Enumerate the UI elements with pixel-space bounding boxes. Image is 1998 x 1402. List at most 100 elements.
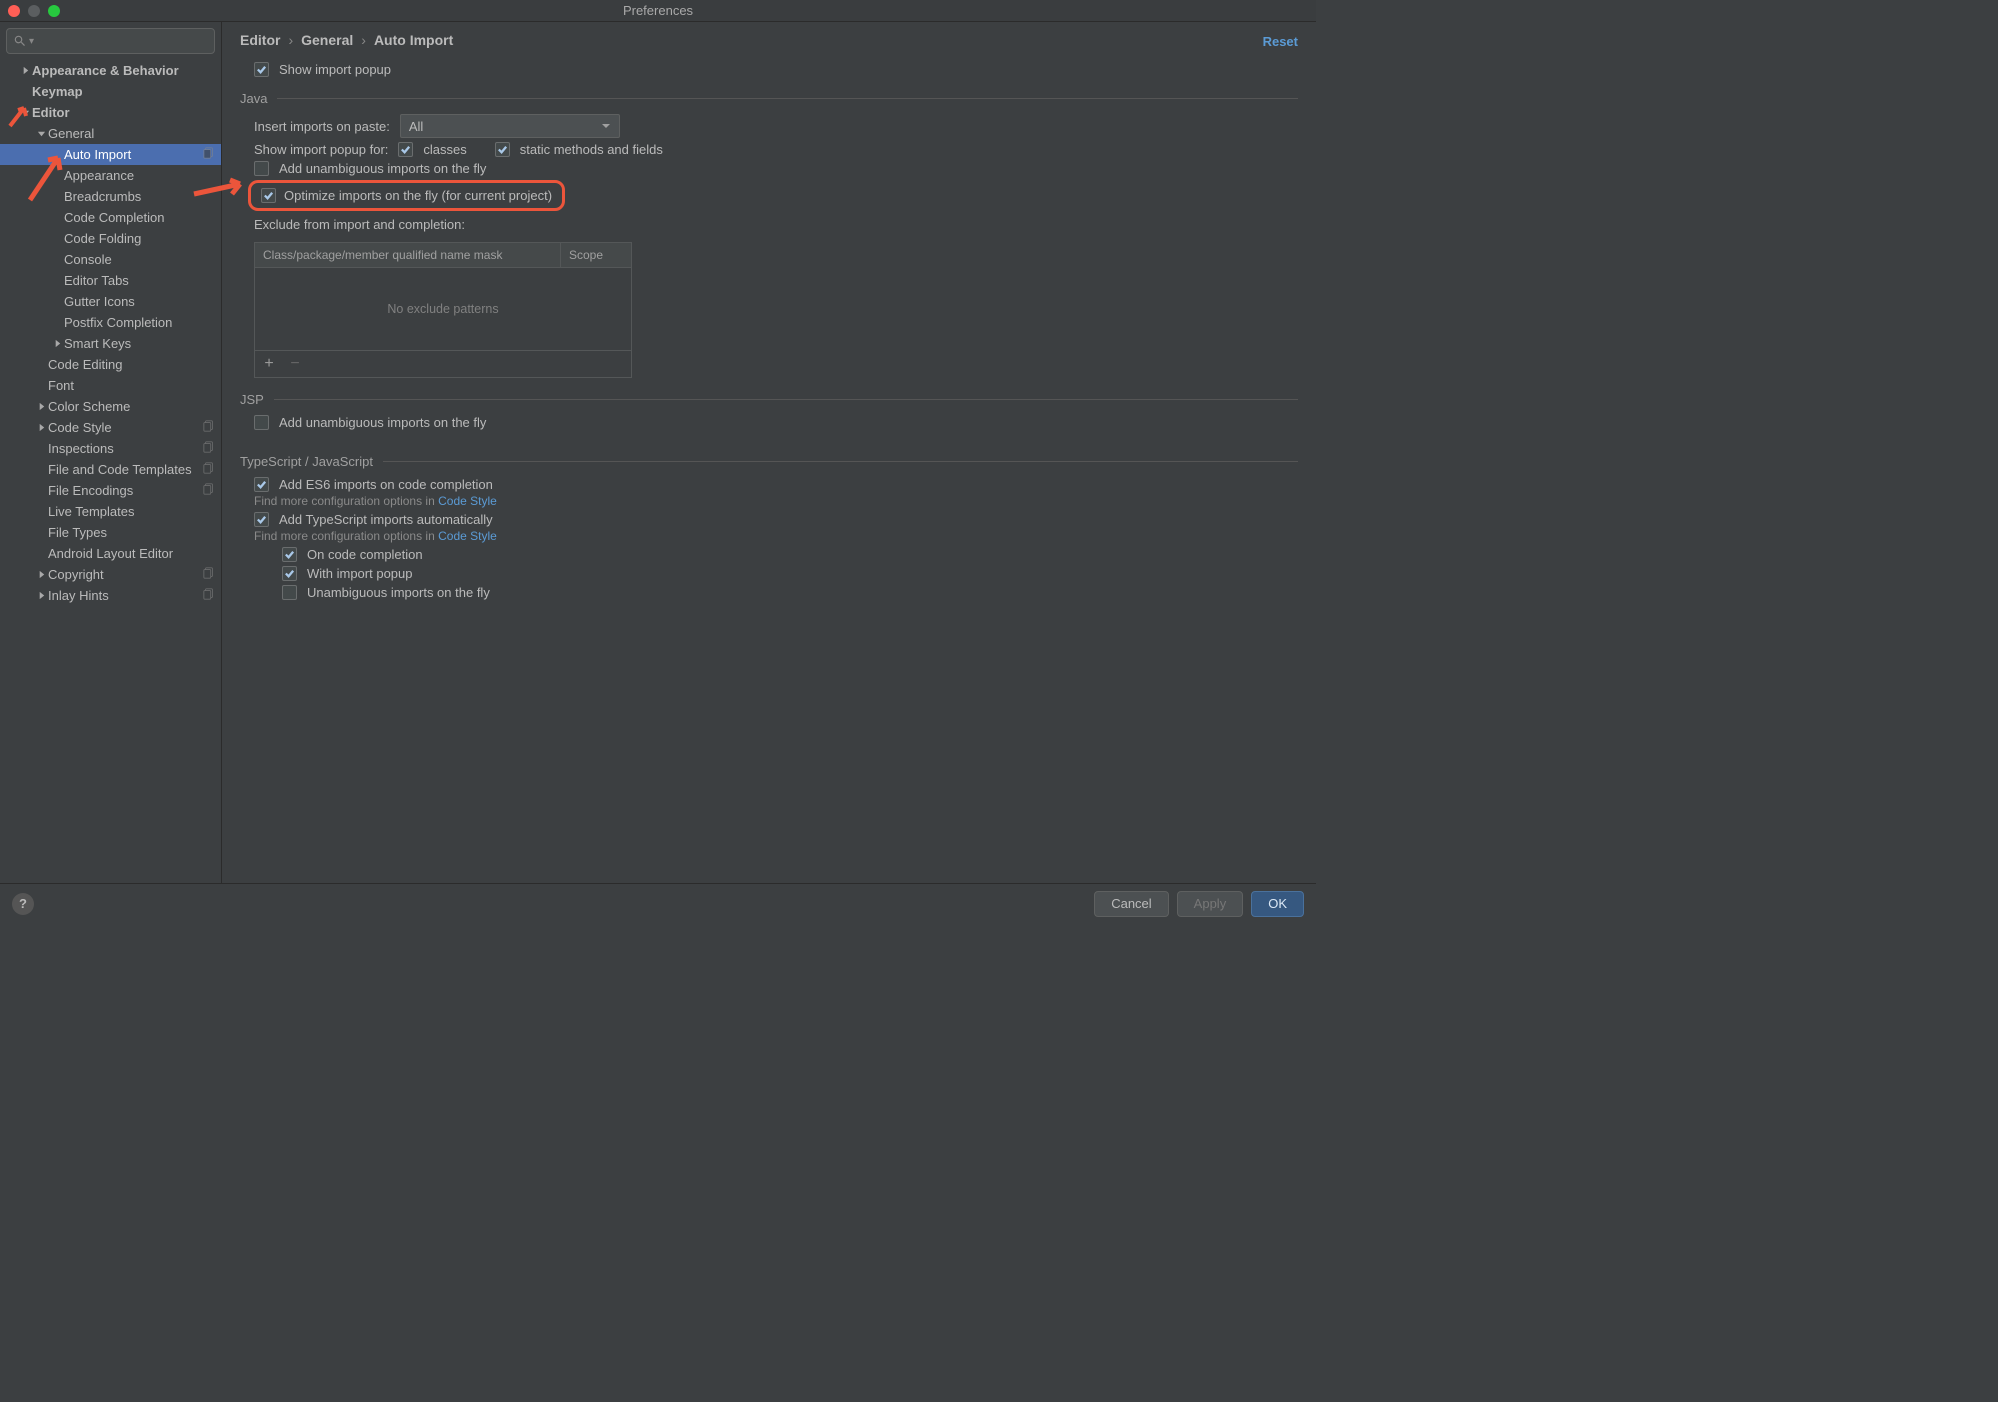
main-panel: Editor › General › Auto Import Reset Sho…: [222, 22, 1316, 883]
sidebar-item-appearance[interactable]: Appearance: [0, 165, 221, 186]
sidebar-item-breadcrumbs[interactable]: Breadcrumbs: [0, 186, 221, 207]
chevron-right-icon: [50, 339, 64, 348]
insert-imports-label: Insert imports on paste:: [254, 119, 390, 134]
sidebar-item-label: Auto Import: [64, 147, 131, 162]
sidebar-item-label: Console: [64, 252, 112, 267]
sidebar-item-font[interactable]: Font: [0, 375, 221, 396]
copy-icon: [203, 420, 215, 435]
sidebar-item-label: Code Folding: [64, 231, 141, 246]
sidebar-item-console[interactable]: Console: [0, 249, 221, 270]
sidebar-item-auto-import[interactable]: Auto Import: [0, 144, 221, 165]
footer: ? Cancel Apply OK: [0, 883, 1316, 923]
copy-icon: [203, 147, 215, 162]
sidebar-item-label: File and Code Templates: [48, 462, 192, 477]
sidebar-item-label: Live Templates: [48, 504, 134, 519]
sidebar-item-label: Android Layout Editor: [48, 546, 173, 561]
sidebar-item-label: Code Completion: [64, 210, 164, 225]
sidebar-item-label: Editor: [32, 105, 70, 120]
sidebar-item-android-layout-editor[interactable]: Android Layout Editor: [0, 543, 221, 564]
static-checkbox[interactable]: [495, 142, 510, 157]
sidebar-item-label: Code Editing: [48, 357, 122, 372]
sidebar-item-code-editing[interactable]: Code Editing: [0, 354, 221, 375]
add-unambiguous-row[interactable]: Add unambiguous imports on the fly: [240, 161, 1298, 176]
sidebar-item-file-encodings[interactable]: File Encodings: [0, 480, 221, 501]
sidebar-item-gutter-icons[interactable]: Gutter Icons: [0, 291, 221, 312]
sidebar-item-code-completion[interactable]: Code Completion: [0, 207, 221, 228]
on-completion-row[interactable]: On code completion: [240, 547, 1298, 562]
window-controls[interactable]: [8, 5, 60, 17]
with-popup-row[interactable]: With import popup: [240, 566, 1298, 581]
sidebar-item-label: Postfix Completion: [64, 315, 172, 330]
jsp-unambiguous-row[interactable]: Add unambiguous imports on the fly: [240, 415, 1298, 430]
classes-checkbox[interactable]: [398, 142, 413, 157]
with-popup-checkbox[interactable]: [282, 566, 297, 581]
close-window-icon[interactable]: [8, 5, 20, 17]
insert-imports-select[interactable]: All: [400, 114, 620, 138]
sidebar-item-live-templates[interactable]: Live Templates: [0, 501, 221, 522]
code-style-link[interactable]: Code Style: [438, 494, 497, 508]
settings-tree[interactable]: Appearance & Behavior Keymap Editor General…: [0, 60, 221, 606]
zoom-window-icon[interactable]: [48, 5, 60, 17]
sidebar-item-copyright[interactable]: Copyright: [0, 564, 221, 585]
sidebar-item-label: Copyright: [48, 567, 104, 582]
sidebar-item-inlay-hints[interactable]: Inlay Hints: [0, 585, 221, 606]
es6-checkbox[interactable]: [254, 477, 269, 492]
sidebar-item-keymap[interactable]: Keymap: [0, 81, 221, 102]
on-completion-checkbox[interactable]: [282, 547, 297, 562]
cancel-button[interactable]: Cancel: [1094, 891, 1168, 917]
optimize-checkbox[interactable]: [261, 188, 276, 203]
sidebar-item-label: File Encodings: [48, 483, 133, 498]
breadcrumb-general[interactable]: General: [301, 32, 353, 48]
sidebar-item-code-style[interactable]: Code Style: [0, 417, 221, 438]
sidebar-item-inspections[interactable]: Inspections: [0, 438, 221, 459]
sidebar-item-file-and-code-templates[interactable]: File and Code Templates: [0, 459, 221, 480]
reset-link[interactable]: Reset: [1263, 34, 1298, 49]
chevron-down-icon: [18, 108, 32, 117]
exclude-col-name: Class/package/member qualified name mask: [255, 243, 561, 267]
unambiguous-checkbox[interactable]: [254, 161, 269, 176]
checkbox-checked-icon[interactable]: [254, 62, 269, 77]
optimize-imports-highlighted[interactable]: Optimize imports on the fly (for current…: [248, 180, 565, 211]
jsp-section-header: JSP: [240, 392, 1298, 407]
chevron-down-icon: [34, 129, 48, 138]
ts-unambiguous-row[interactable]: Unambiguous imports on the fly: [240, 585, 1298, 600]
sidebar-item-general[interactable]: General: [0, 123, 221, 144]
code-style-link[interactable]: Code Style: [438, 529, 497, 543]
sidebar-item-label: Keymap: [32, 84, 83, 99]
exclude-table[interactable]: Class/package/member qualified name mask…: [254, 242, 632, 378]
jsp-unambiguous-checkbox[interactable]: [254, 415, 269, 430]
search-input[interactable]: ▾: [6, 28, 215, 54]
apply-button[interactable]: Apply: [1177, 891, 1244, 917]
chevron-right-icon: [34, 591, 48, 600]
sidebar-item-editor[interactable]: Editor: [0, 102, 221, 123]
sidebar-item-code-folding[interactable]: Code Folding: [0, 228, 221, 249]
help-button[interactable]: ?: [12, 893, 34, 915]
add-button[interactable]: +: [261, 355, 277, 373]
ts-auto-checkbox[interactable]: [254, 512, 269, 527]
popup-for-label: Show import popup for:: [254, 142, 388, 157]
sidebar: ▾ Appearance & Behavior Keymap Editor Gener…: [0, 22, 222, 883]
chevron-right-icon: [34, 423, 48, 432]
exclude-empty-text: No exclude patterns: [255, 268, 631, 350]
breadcrumb: Editor › General › Auto Import: [240, 32, 1298, 48]
window-title: Preferences: [623, 3, 693, 18]
show-import-popup-row[interactable]: Show import popup: [240, 62, 1298, 77]
sidebar-item-postfix-completion[interactable]: Postfix Completion: [0, 312, 221, 333]
sidebar-item-label: General: [48, 126, 94, 141]
breadcrumb-editor[interactable]: Editor: [240, 32, 280, 48]
remove-button[interactable]: −: [287, 355, 303, 373]
sidebar-item-file-types[interactable]: File Types: [0, 522, 221, 543]
sidebar-item-label: Editor Tabs: [64, 273, 129, 288]
sidebar-item-appearance-behavior[interactable]: Appearance & Behavior: [0, 60, 221, 81]
es6-row[interactable]: Add ES6 imports on code completion: [240, 477, 1298, 492]
ts-auto-row[interactable]: Add TypeScript imports automatically: [240, 512, 1298, 527]
sidebar-item-smart-keys[interactable]: Smart Keys: [0, 333, 221, 354]
ts-unambiguous-checkbox[interactable]: [282, 585, 297, 600]
es6-hint: Find more configuration options in Code …: [240, 494, 1298, 508]
show-import-popup-label: Show import popup: [279, 62, 391, 77]
sidebar-item-label: Appearance: [64, 168, 134, 183]
sidebar-item-color-scheme[interactable]: Color Scheme: [0, 396, 221, 417]
sidebar-item-editor-tabs[interactable]: Editor Tabs: [0, 270, 221, 291]
ok-button[interactable]: OK: [1251, 891, 1304, 917]
sidebar-item-label: Gutter Icons: [64, 294, 135, 309]
